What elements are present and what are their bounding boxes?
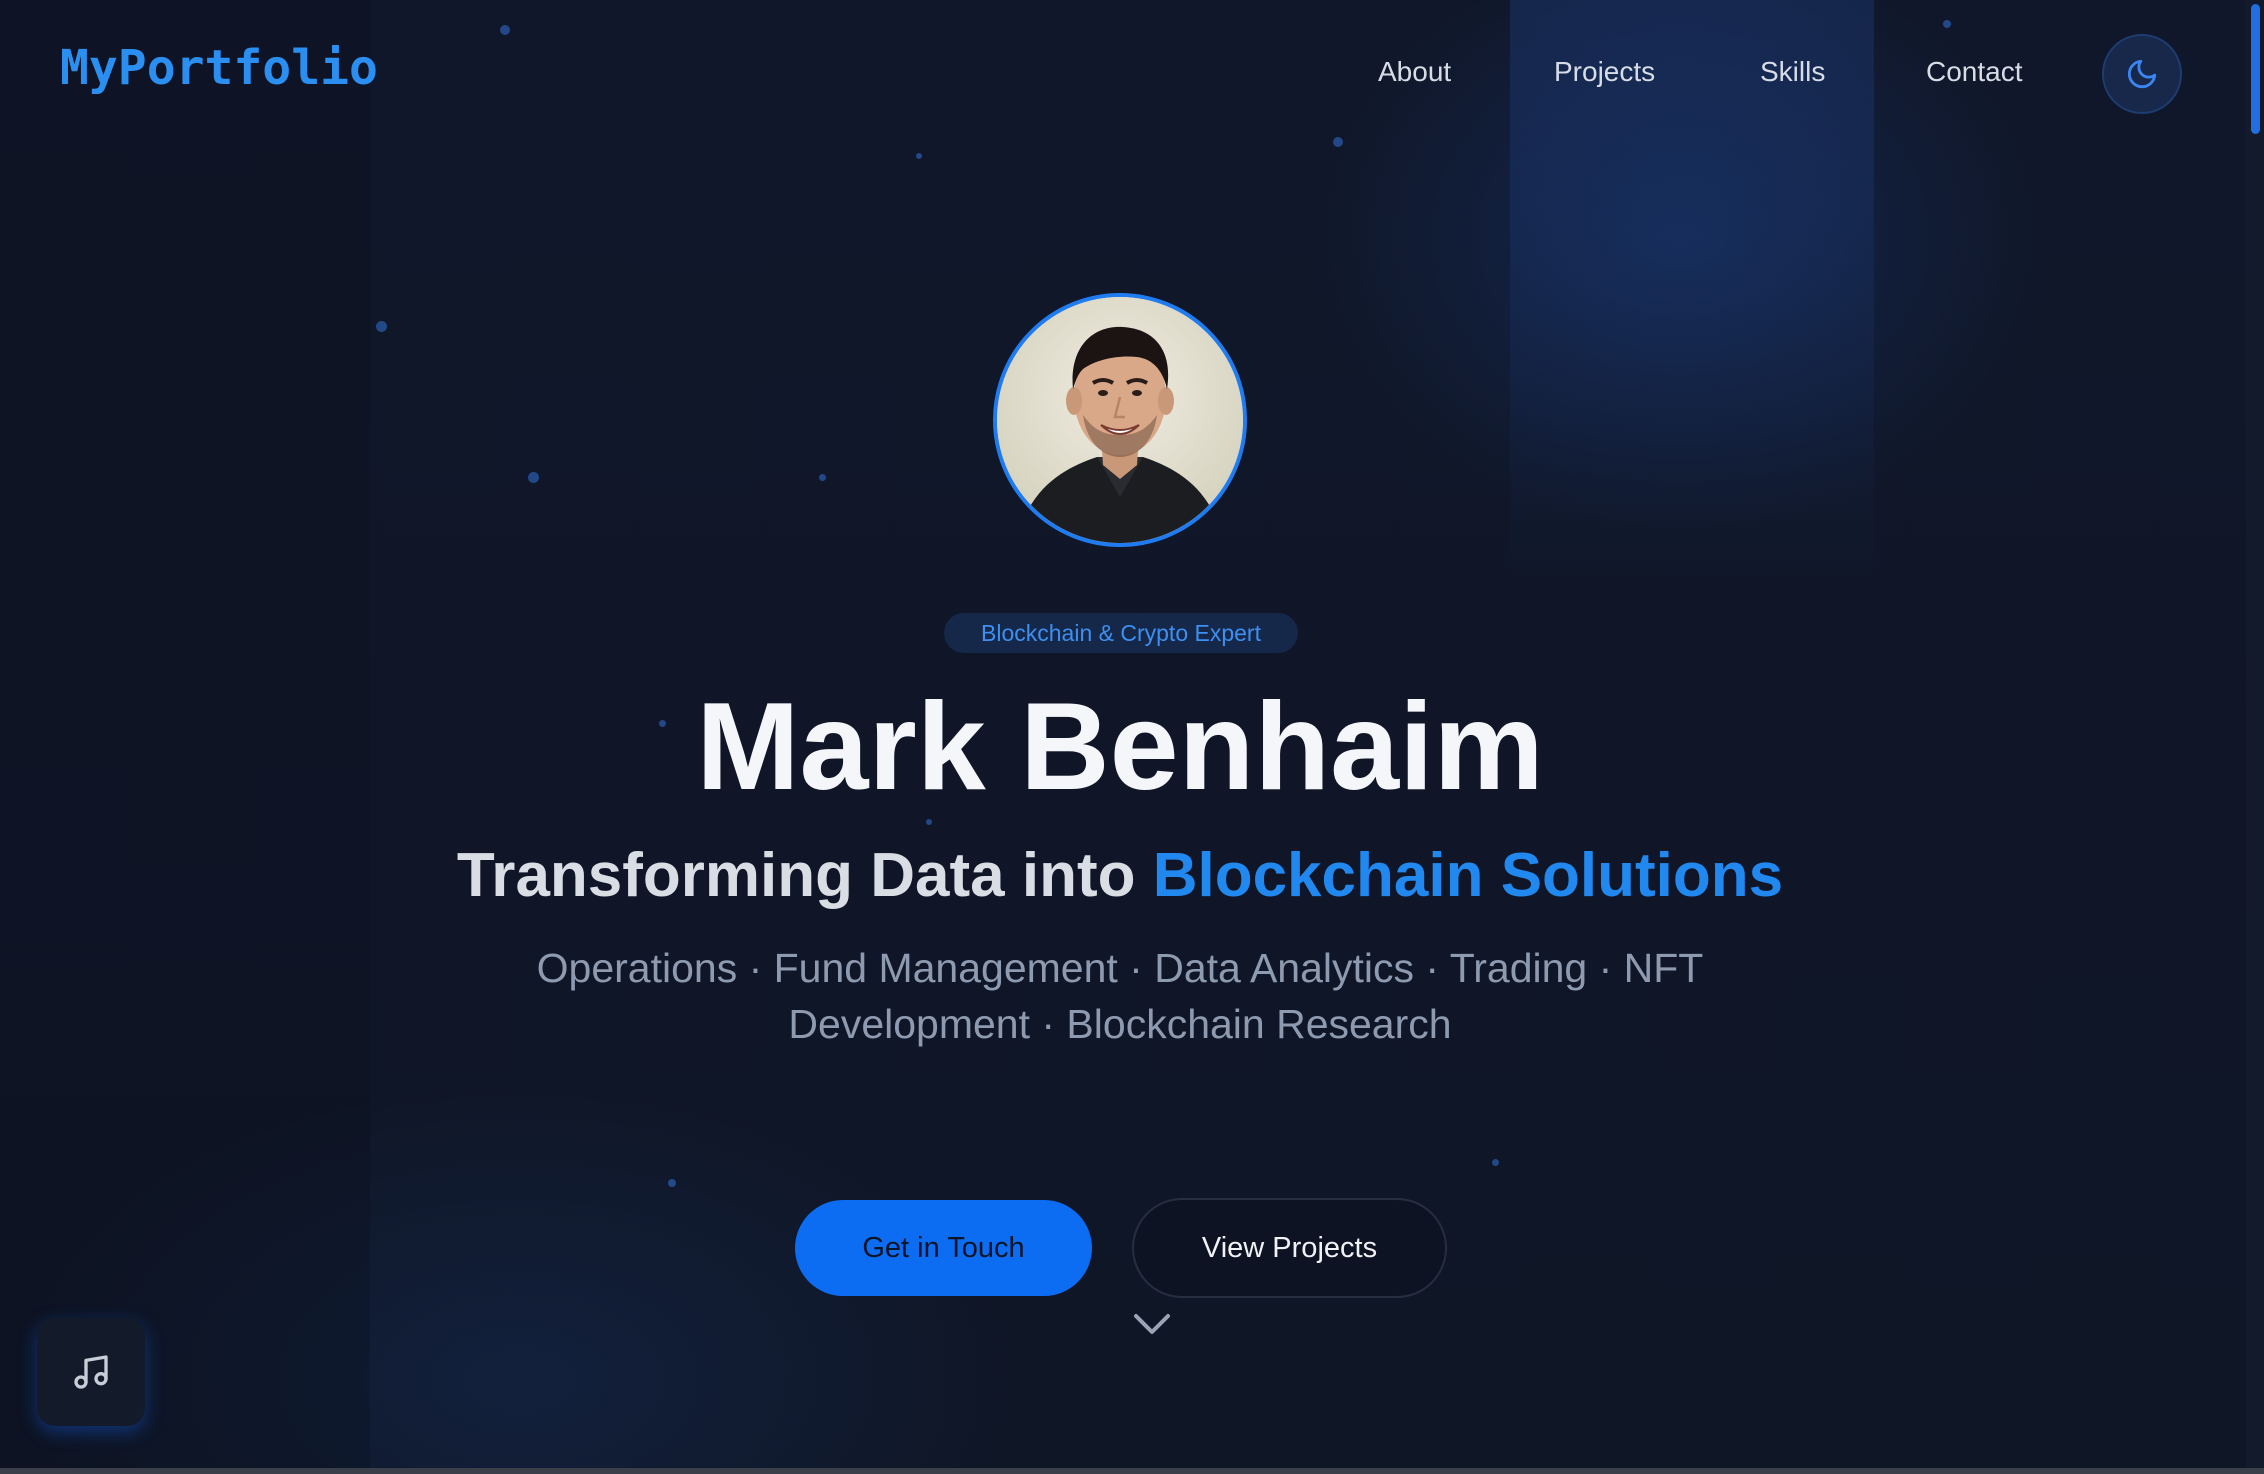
nav-about[interactable]: About xyxy=(1378,56,1451,88)
chevron-down-icon[interactable] xyxy=(1132,1310,1172,1340)
scrollbar[interactable] xyxy=(2246,0,2264,1474)
avatar xyxy=(993,293,1247,547)
nav-projects[interactable]: Projects xyxy=(1554,56,1655,88)
particle-dot xyxy=(500,25,510,35)
hero-tagline: Transforming Data into Blockchain Soluti… xyxy=(0,836,2240,916)
theme-toggle-button[interactable] xyxy=(2102,34,2182,114)
role-badge: Blockchain & Crypto Expert xyxy=(944,613,1298,653)
hero-name: Mark Benhaim xyxy=(696,678,1544,816)
particle-dot xyxy=(1333,137,1343,147)
moon-icon xyxy=(2127,59,2157,89)
music-toggle-button[interactable] xyxy=(37,1318,145,1426)
page: MyPortfolio About Projects Skills Contac… xyxy=(0,0,2264,1474)
particle-dot xyxy=(668,1179,676,1187)
profile-photo xyxy=(997,297,1243,543)
nav-skills[interactable]: Skills xyxy=(1760,56,1825,88)
particle-dot xyxy=(916,153,922,159)
site-logo[interactable]: MyPortfolio xyxy=(60,40,378,96)
get-in-touch-button[interactable]: Get in Touch xyxy=(795,1200,1092,1296)
particle-dot xyxy=(1943,20,1951,28)
tagline-highlight: Blockchain Solutions xyxy=(1152,841,1784,910)
particle-dot xyxy=(376,321,387,332)
nav-contact[interactable]: Contact xyxy=(1926,56,2023,88)
particle-dot xyxy=(1492,1159,1499,1166)
hero-roles: Operations · Fund Management · Data Anal… xyxy=(536,945,1704,1047)
particle-dot xyxy=(819,474,826,481)
view-projects-button[interactable]: View Projects xyxy=(1132,1198,1447,1298)
scrollbar-thumb[interactable] xyxy=(2251,4,2260,134)
window-bottom-edge xyxy=(0,1468,2264,1474)
music-note-icon xyxy=(74,1355,108,1389)
tagline-prefix: Transforming Data into xyxy=(456,841,1153,910)
particle-dot xyxy=(528,472,539,483)
